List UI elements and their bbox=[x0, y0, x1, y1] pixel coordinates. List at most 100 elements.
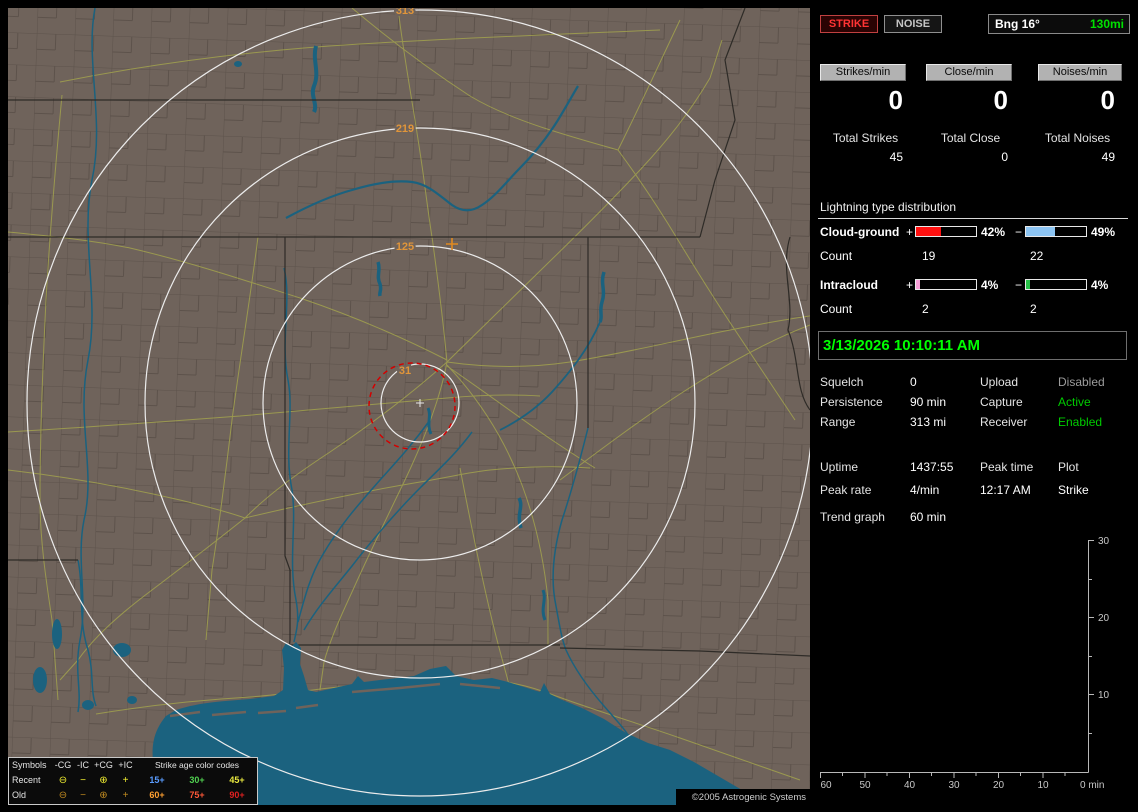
neg-ic-old-icon: − bbox=[80, 790, 86, 801]
cg-negative-pct: 49% bbox=[1091, 225, 1116, 239]
squelch-value: 0 bbox=[910, 375, 917, 389]
distribution-title: Lightning type distribution bbox=[818, 200, 1128, 219]
age-45: 45+ bbox=[229, 775, 245, 785]
cg-positive-pct: 42% bbox=[981, 225, 1006, 239]
pos-cg-recent-icon: ⊕ bbox=[99, 775, 108, 786]
ring-label-219: 219 bbox=[396, 123, 414, 135]
peak-time-value: 12:17 AM bbox=[980, 483, 1031, 497]
radar-map-svg[interactable]: 313 219 125 31 ©2005 Astrogenic Systems bbox=[0, 0, 812, 812]
range-label: Range bbox=[820, 415, 856, 429]
receiver-status: Enabled bbox=[1058, 415, 1103, 429]
legend-old-row: Old ⊖ − ⊕ + 60+ 75+ 90+ bbox=[9, 788, 257, 803]
noises-per-min-button[interactable]: Noises/min bbox=[1038, 64, 1122, 81]
pos-ic-recent-icon: + bbox=[122, 775, 129, 786]
trend-x-60: 60 bbox=[820, 780, 832, 791]
total-strikes-value: 45 bbox=[889, 150, 903, 164]
squelch-label: Squelch bbox=[820, 375, 864, 389]
persistence-value: 90 min bbox=[910, 395, 947, 409]
pos-ic-old-icon: + bbox=[122, 790, 129, 801]
pos-cg-old-icon: ⊕ bbox=[99, 790, 108, 801]
map-copyright: ©2005 Astrogenic Systems bbox=[676, 789, 810, 805]
neg-cg-recent-icon: ⊖ bbox=[58, 775, 68, 786]
cg-minus-sign: − bbox=[1015, 225, 1023, 239]
legend-recent-row: Recent ⊖ − ⊕ + 15+ 30+ 45+ bbox=[9, 773, 257, 788]
close-per-min-value: 0 bbox=[993, 85, 1008, 115]
trend-axes bbox=[820, 540, 1094, 778]
noise-mode-button[interactable]: NOISE bbox=[884, 15, 942, 33]
total-close-label: Total Close bbox=[940, 131, 1001, 145]
legend-recent-label: Recent bbox=[12, 775, 41, 785]
upload-status: Disabled bbox=[1058, 375, 1105, 389]
legend-symbols-title: Symbols bbox=[12, 760, 47, 770]
cg-count-label: Count bbox=[820, 249, 853, 263]
cg-negative-count: 22 bbox=[1030, 249, 1044, 263]
ic-negative-bar-fill bbox=[1026, 280, 1030, 289]
ic-count-label: Count bbox=[820, 302, 853, 316]
bearing-range-value: 130mi bbox=[1089, 17, 1124, 31]
trend-x-40: 40 bbox=[904, 780, 916, 791]
neg-ic-recent-icon: − bbox=[80, 775, 86, 786]
trend-y-20: 20 bbox=[1098, 613, 1110, 624]
age-75: 75+ bbox=[189, 790, 205, 800]
ic-plus-sign: + bbox=[906, 278, 914, 292]
age-60: 60+ bbox=[149, 790, 165, 800]
trend-graph-label: Trend graph bbox=[820, 510, 885, 524]
legend-header-row: Symbols -CG -IC +CG +IC Strike age color… bbox=[9, 758, 257, 773]
legend-old-label: Old bbox=[12, 790, 27, 800]
age-30: 30+ bbox=[189, 775, 205, 785]
intracloud-label: Intracloud bbox=[820, 278, 879, 292]
range-value: 313 mi bbox=[910, 415, 947, 429]
trend-axis-labels: 30 20 10 60 50 40 30 20 10 0 min bbox=[820, 536, 1109, 791]
strike-mode-button[interactable]: STRIKE bbox=[820, 15, 878, 33]
uptime-value: 1437:55 bbox=[910, 460, 954, 474]
legend-col-pos-ic: +IC bbox=[118, 760, 133, 770]
trend-graph: 30 20 10 60 50 40 30 20 10 0 min bbox=[820, 536, 1110, 791]
trend-x-origin: 0 min bbox=[1080, 780, 1104, 791]
legend-col-neg-ic: -IC bbox=[77, 760, 89, 770]
capture-label: Capture bbox=[980, 395, 1023, 409]
plot-value: Strike bbox=[1058, 483, 1089, 497]
age-90: 90+ bbox=[229, 790, 245, 800]
ic-negative-pct: 4% bbox=[1091, 278, 1109, 292]
cg-plus-sign: + bbox=[906, 225, 914, 239]
cg-positive-count: 19 bbox=[922, 249, 936, 263]
clock-value: 3/13/2026 10:10:11 AM bbox=[823, 337, 981, 354]
close-per-min-button[interactable]: Close/min bbox=[926, 64, 1012, 81]
total-close-value: 0 bbox=[1001, 150, 1008, 164]
ic-positive-bar bbox=[915, 279, 977, 290]
clock-box: 3/13/2026 10:10:11 AM bbox=[818, 331, 1127, 360]
trend-x-30: 30 bbox=[948, 780, 960, 791]
plot-label: Plot bbox=[1058, 460, 1079, 474]
capture-status: Active bbox=[1058, 395, 1091, 409]
trend-y-30: 30 bbox=[1098, 536, 1110, 547]
cloud-ground-label: Cloud-ground bbox=[820, 225, 900, 239]
age-15: 15+ bbox=[149, 775, 165, 785]
trend-x-20: 20 bbox=[993, 780, 1005, 791]
upload-label: Upload bbox=[980, 375, 1019, 389]
ic-negative-bar bbox=[1025, 279, 1087, 290]
peak-time-label: Peak time bbox=[980, 460, 1034, 474]
total-noises-label: Total Noises bbox=[1044, 131, 1111, 145]
total-strikes-label: Total Strikes bbox=[832, 131, 899, 145]
noises-per-min-value: 0 bbox=[1100, 85, 1115, 115]
peak-rate-value: 4/min bbox=[910, 483, 940, 497]
cg-negative-bar-fill bbox=[1026, 227, 1056, 236]
strikes-per-min-button[interactable]: Strikes/min bbox=[820, 64, 906, 81]
uptime-label: Uptime bbox=[820, 460, 859, 474]
receiver-label: Receiver bbox=[980, 415, 1028, 429]
trend-y-10: 10 bbox=[1098, 690, 1110, 701]
ic-minus-sign: − bbox=[1015, 278, 1023, 292]
strikes-per-min-value: 0 bbox=[888, 85, 903, 115]
bearing-readout: Bng 16° 130mi bbox=[988, 14, 1130, 34]
peak-rate-label: Peak rate bbox=[820, 483, 872, 497]
radar-map[interactable]: 313 219 125 31 ©2005 Astrogenic Systems … bbox=[0, 0, 812, 812]
legend-col-neg-cg: -CG bbox=[54, 760, 72, 770]
trend-x-10: 10 bbox=[1037, 780, 1049, 791]
persistence-label: Persistence bbox=[820, 395, 883, 409]
ic-positive-count: 2 bbox=[922, 302, 929, 316]
ic-negative-count: 2 bbox=[1030, 302, 1037, 316]
trend-x-50: 50 bbox=[859, 780, 871, 791]
ring-label-125: 125 bbox=[396, 241, 414, 253]
legend-age-title: Strike age color codes bbox=[154, 760, 240, 770]
cg-positive-bar bbox=[915, 226, 977, 237]
